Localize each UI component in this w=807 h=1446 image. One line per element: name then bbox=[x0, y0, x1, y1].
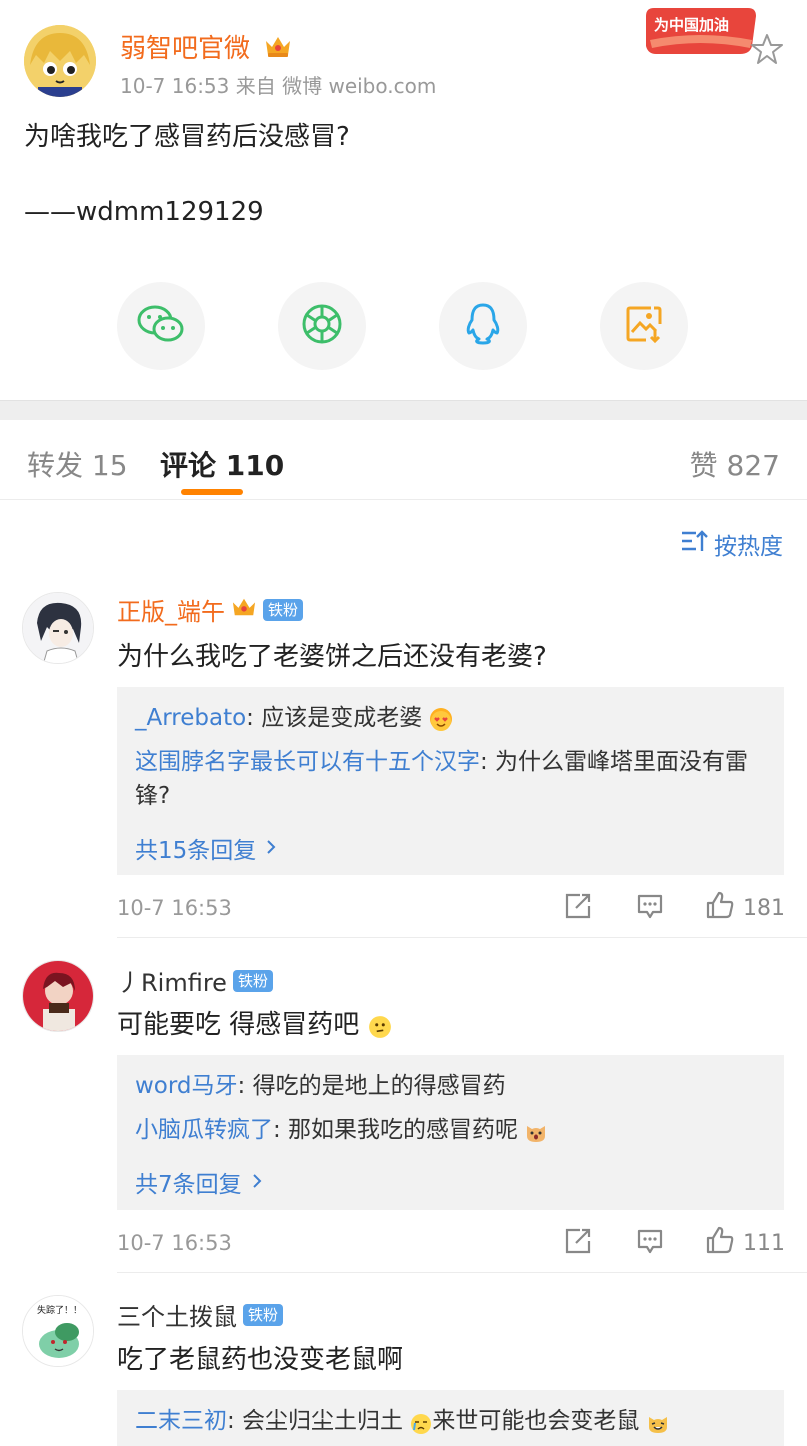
active-tab-indicator bbox=[181, 489, 243, 495]
comment-3-username: 三个土拨鼠 bbox=[117, 1303, 237, 1331]
qq-icon bbox=[463, 302, 503, 350]
post-author-avatar[interactable] bbox=[24, 25, 96, 97]
post-author-name[interactable]: 弱智吧官微 bbox=[120, 28, 292, 66]
comment-1-time: 10-7 16:53 bbox=[117, 896, 232, 920]
comment-2-time: 10-7 16:53 bbox=[117, 1231, 232, 1255]
fan-badge: 铁粉 bbox=[243, 1303, 284, 1326]
thumbs-up-icon bbox=[705, 1225, 735, 1261]
thinking-face-emoji-icon bbox=[368, 1015, 391, 1038]
comment-divider bbox=[117, 937, 807, 938]
sort-label: 按热度 bbox=[714, 534, 783, 560]
reply-item: _Arrebato: 应该是变成老婆 bbox=[135, 701, 766, 735]
event-badge-text: 为中国加油 bbox=[654, 16, 729, 34]
sort-by-hot-button[interactable]: 按热度 bbox=[680, 527, 783, 561]
tab-comments[interactable]: 评论 110 bbox=[160, 444, 284, 484]
wechat-icon bbox=[137, 304, 185, 348]
comment-2-replies[interactable]: word马牙: 得吃的是地上的得感冒药 小脑瓜转疯了: 那如果我吃的感冒药呢 共… bbox=[117, 1055, 784, 1210]
post-meta: 10-7 16:53 来自 微博 weibo.com bbox=[120, 74, 437, 98]
section-divider bbox=[0, 400, 807, 420]
reply-username[interactable]: 小脑瓜转疯了 bbox=[135, 1117, 273, 1143]
thumbs-up-icon bbox=[705, 890, 735, 926]
comment-3-text: 吃了老鼠药也没变老鼠啊 bbox=[117, 1345, 404, 1375]
post-signature: ——wdmm129129 bbox=[24, 197, 264, 227]
fan-badge: 铁粉 bbox=[232, 969, 273, 992]
shocked-cat-emoji-icon bbox=[525, 1120, 547, 1142]
tab-repost[interactable]: 转发 15 bbox=[27, 444, 128, 484]
comment-1-reply-button[interactable] bbox=[636, 892, 664, 926]
reply-text: : 会尘归尘土归土 bbox=[227, 1408, 404, 1434]
post-author-label: 弱智吧官微 bbox=[120, 34, 251, 64]
comment-3-user[interactable]: 三个土拨鼠 铁粉 bbox=[117, 1297, 284, 1332]
like-count: 181 bbox=[743, 895, 785, 921]
comment-2-repost-button[interactable] bbox=[564, 1227, 592, 1261]
share-icon bbox=[564, 1227, 592, 1261]
reply-text: : 应该是变成老婆 bbox=[246, 705, 423, 731]
reply-item: 小脑瓜转疯了: 那如果我吃的感冒药呢 bbox=[135, 1113, 766, 1147]
comment-1-text: 为什么我吃了老婆饼之后还没有老婆? bbox=[117, 642, 547, 672]
reply-text: : 得吃的是地上的得感冒药 bbox=[237, 1073, 506, 1099]
reply-username[interactable]: 这围脖名字最长可以有十五个汉字 bbox=[135, 749, 480, 775]
reply-username[interactable]: 二末三初 bbox=[135, 1408, 227, 1434]
reply-text: 来世可能也会变老鼠 bbox=[432, 1408, 640, 1434]
reply-username[interactable]: word马牙 bbox=[135, 1073, 238, 1099]
comment-1-repost-button[interactable] bbox=[564, 892, 592, 926]
comment-2-like-button[interactable]: 111 bbox=[705, 1225, 785, 1261]
comment-3-replies[interactable]: 二末三初: 会尘归尘土归土 来世可能也会变老鼠 bbox=[117, 1390, 784, 1446]
save-image-icon bbox=[624, 304, 664, 348]
view-more-replies-link[interactable]: 共7条回复 bbox=[135, 1165, 262, 1199]
comment-2-text-label: 可能要吃 得感冒药吧 bbox=[117, 1010, 360, 1040]
crying-face-emoji-icon bbox=[410, 1411, 432, 1434]
share-icon bbox=[564, 892, 592, 926]
like-count: 111 bbox=[743, 1230, 785, 1256]
favorite-star-icon[interactable] bbox=[750, 32, 784, 66]
comment-2-avatar[interactable] bbox=[22, 960, 94, 1032]
comment-1-replies[interactable]: _Arrebato: 应该是变成老婆 这围脖名字最长可以有十五个汉字: 为什么雷… bbox=[117, 687, 784, 875]
comment-1-like-button[interactable]: 181 bbox=[705, 890, 785, 926]
crown-icon bbox=[231, 595, 257, 625]
fan-badge: 铁粉 bbox=[263, 598, 304, 621]
post-card: 弱智吧官微 10-7 16:53 来自 微博 weibo.com 为中国加油 为… bbox=[0, 0, 807, 400]
comment-2-username: 丿Rimfire bbox=[117, 969, 227, 997]
share-wechat-button[interactable] bbox=[117, 282, 205, 370]
comment-3-avatar[interactable]: 失踪了！！ bbox=[22, 1295, 94, 1367]
comment-2-user[interactable]: 丿Rimfire 铁粉 bbox=[117, 963, 273, 998]
grinning-cat-emoji-icon bbox=[647, 1411, 669, 1433]
reply-text: : 那如果我吃的感冒药呢 bbox=[273, 1117, 519, 1143]
more-replies-label: 共15条回复 bbox=[135, 838, 257, 864]
chevron-right-icon bbox=[252, 1169, 262, 1195]
post-text: 为啥我吃了感冒药后没感冒? bbox=[24, 122, 350, 152]
more-replies-label: 共7条回复 bbox=[135, 1172, 242, 1198]
share-qq-button[interactable] bbox=[439, 282, 527, 370]
save-image-button[interactable] bbox=[600, 282, 688, 370]
view-more-replies-link[interactable]: 共15条回复 bbox=[135, 831, 276, 865]
comment-2-text: 可能要吃 得感冒药吧 bbox=[117, 1004, 391, 1041]
comment-1-avatar[interactable] bbox=[22, 592, 94, 664]
reply-item: 二末三初: 会尘归尘土归土 来世可能也会变老鼠 bbox=[135, 1404, 766, 1438]
share-moments-button[interactable] bbox=[278, 282, 366, 370]
crown-icon bbox=[264, 33, 292, 66]
avatar-caption: 失踪了！！ bbox=[37, 1304, 82, 1316]
chevron-right-icon bbox=[266, 835, 276, 861]
tab-likes[interactable]: 赞 827 bbox=[690, 444, 780, 484]
comment-1-username: 正版_端午 bbox=[117, 598, 225, 626]
sort-icon bbox=[680, 529, 708, 559]
heart-eyes-emoji-icon bbox=[429, 707, 452, 731]
reply-item: 这围脖名字最长可以有十五个汉字: 为什么雷峰塔里面没有雷锋? bbox=[135, 745, 766, 813]
event-badge[interactable]: 为中国加油 bbox=[640, 6, 758, 58]
moments-icon bbox=[301, 303, 343, 349]
comment-icon bbox=[636, 1227, 664, 1261]
reply-username[interactable]: _Arrebato bbox=[135, 705, 246, 731]
comment-2-reply-button[interactable] bbox=[636, 1227, 664, 1261]
comment-icon bbox=[636, 892, 664, 926]
comment-divider bbox=[117, 1272, 807, 1273]
post-tabs: 转发 15 评论 110 赞 827 bbox=[0, 420, 807, 500]
comment-1-user[interactable]: 正版_端午 铁粉 bbox=[117, 592, 304, 627]
reply-item: word马牙: 得吃的是地上的得感冒药 bbox=[135, 1069, 766, 1103]
